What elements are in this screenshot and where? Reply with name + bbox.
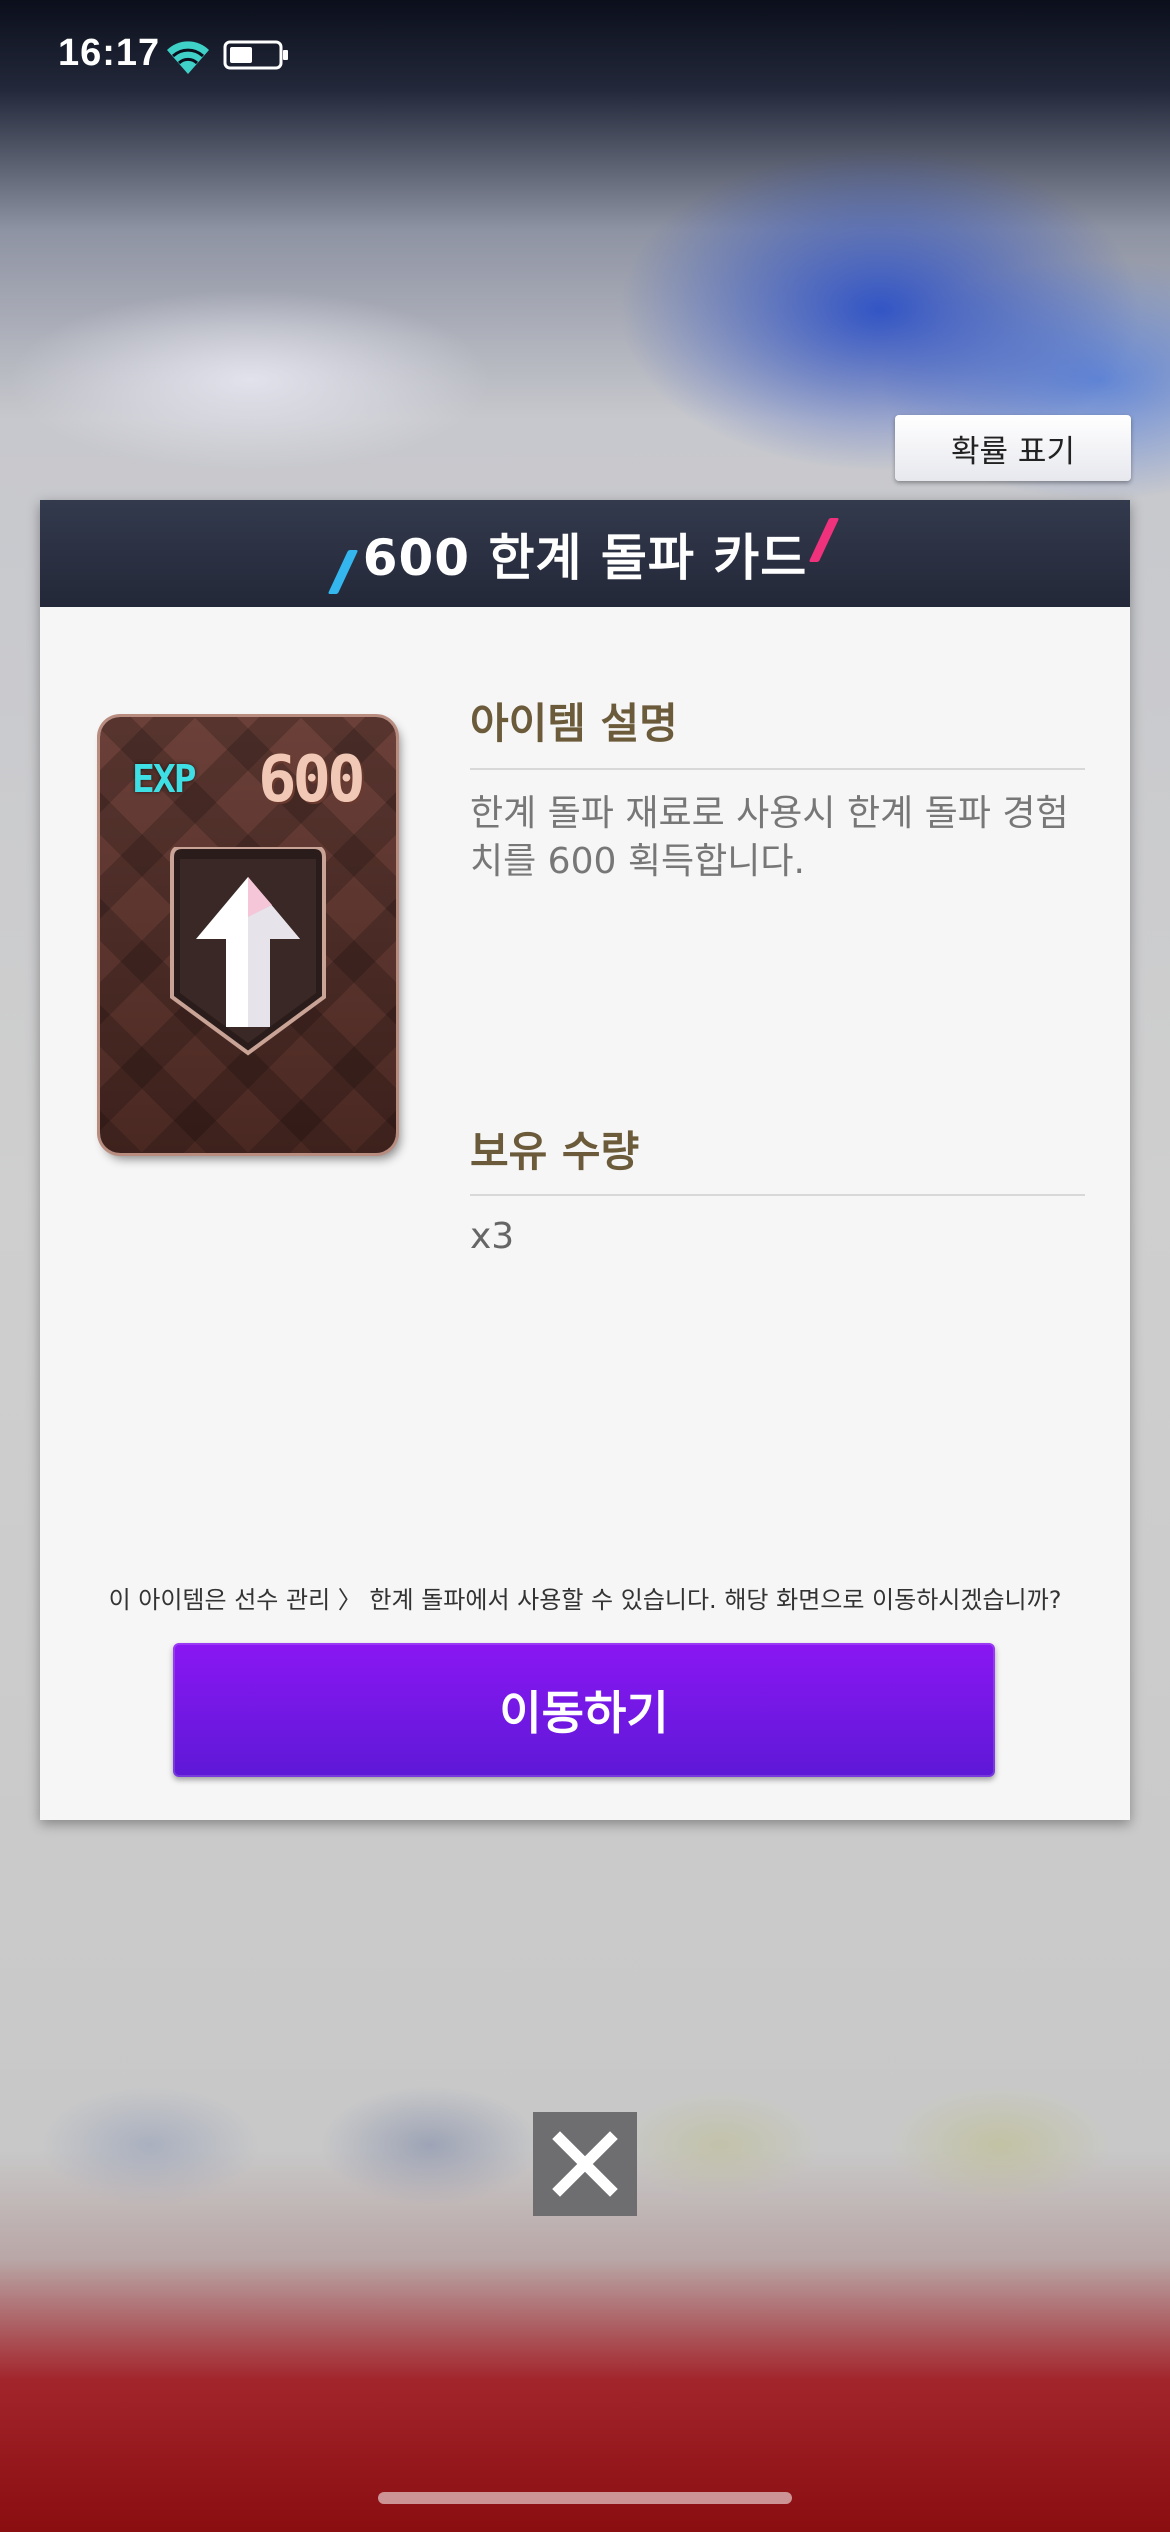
- item-description-text: 한계 돌파 재료로 사용시 한계 돌파 경험치를 600 획득합니다.: [470, 793, 1069, 882]
- item-card-image: EXP 600: [100, 717, 396, 1153]
- section-divider: [470, 1194, 1085, 1196]
- item-description-heading: 아이템 설명: [470, 699, 678, 748]
- status-time: 16:17: [58, 32, 161, 74]
- dialog-title: 600 한계 돌파 카드: [362, 528, 808, 587]
- close-button[interactable]: [533, 2112, 637, 2216]
- navigate-notice: 이 아이템은 선수 관리 〉 한계 돌파에서 사용할 수 있습니다. 해당 화면…: [108, 1586, 1062, 1614]
- owned-quantity-heading: 보유 수량: [470, 1127, 640, 1176]
- card-exp-badge: EXP: [132, 757, 197, 801]
- item-info-dialog: 600 한계 돌파 카드 EXP 600 아이템 설명 한계 돌파 재료로 사용…: [40, 500, 1130, 1820]
- probability-display-button[interactable]: 확률 표기: [895, 415, 1131, 481]
- up-arrow-icon: [170, 847, 326, 1056]
- card-value: 600: [258, 743, 366, 817]
- owned-quantity-value: x3: [470, 1216, 515, 1257]
- wifi-icon: [167, 41, 209, 74]
- close-icon: [552, 2131, 618, 2197]
- section-divider: [470, 768, 1085, 770]
- battery-icon: [223, 40, 288, 70]
- home-indicator[interactable]: [378, 2492, 792, 2504]
- move-button[interactable]: 이동하기: [173, 1643, 995, 1777]
